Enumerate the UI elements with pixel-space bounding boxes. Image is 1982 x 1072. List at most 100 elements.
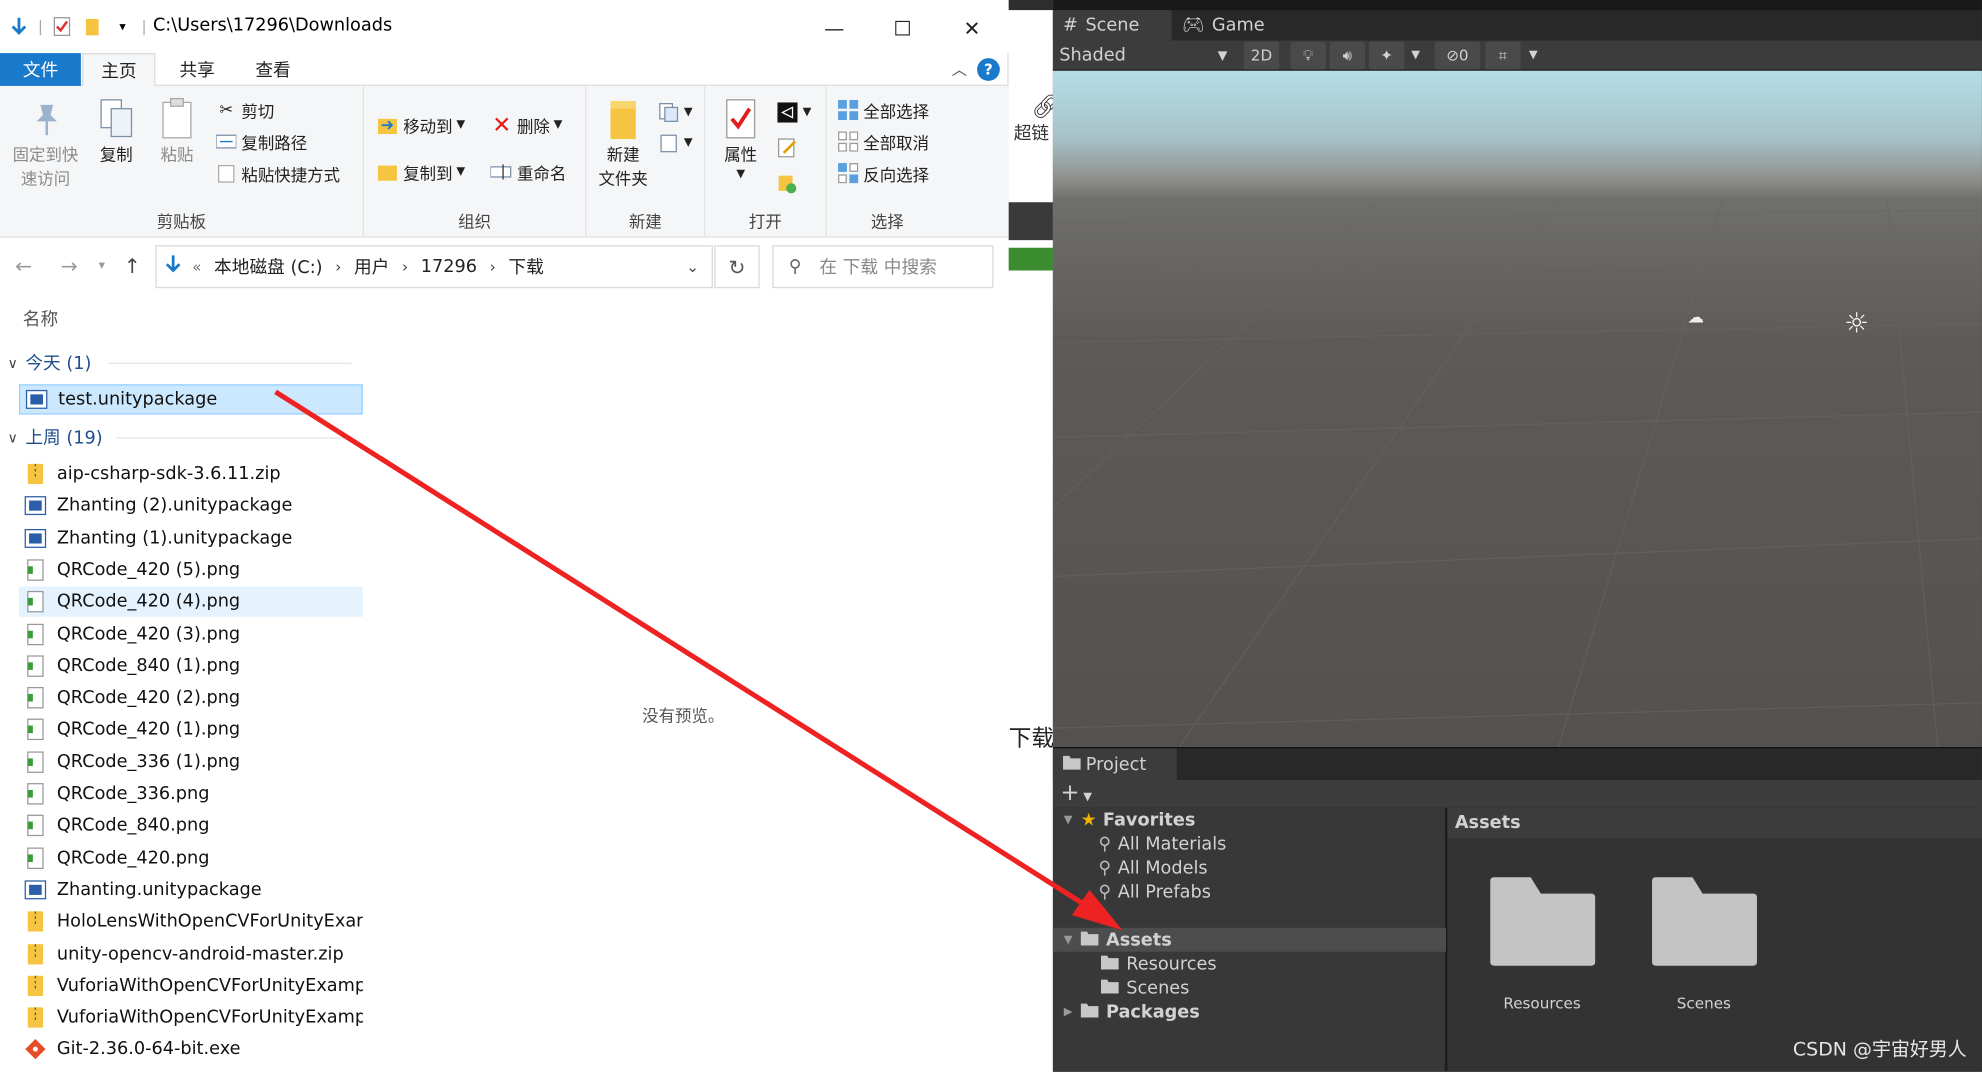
asset-folder-tile[interactable]: Scenes	[1641, 876, 1767, 1012]
file-row[interactable]: QRCode_420 (2).png	[19, 683, 363, 713]
tab-home[interactable]: 主页	[82, 53, 156, 88]
hidden-objects-toggle[interactable]: ⊘ 0	[1434, 41, 1481, 70]
new-folder-icon[interactable]	[81, 15, 104, 38]
new-folder-button[interactable]: 新建 文件夹	[592, 96, 655, 192]
overflow-crumb[interactable]: «	[192, 258, 201, 276]
sun-light-gizmo-icon[interactable]: ☼	[1844, 308, 1869, 340]
file-row[interactable]: QRCode_840 (1).png	[19, 651, 363, 681]
file-row[interactable]: QRCode_420 (5).png	[19, 555, 363, 585]
effects-dropdown-icon[interactable]: ▼	[1405, 41, 1426, 70]
audio-toggle-icon[interactable]: 🔊︎	[1329, 41, 1366, 70]
history-button[interactable]	[776, 169, 803, 197]
paste-button[interactable]: 粘贴	[152, 96, 203, 168]
tab-project[interactable]: Project	[1052, 748, 1177, 782]
tab-game[interactable]: 🎮︎ Game	[1172, 10, 1291, 40]
tab-scene[interactable]: # Scene	[1052, 10, 1172, 41]
copy-button[interactable]: 复制	[91, 96, 142, 168]
file-row[interactable]: QRCode_420 (3).png	[19, 619, 363, 649]
camera-gizmo-icon[interactable]: ☁︎	[1687, 308, 1703, 327]
file-row[interactable]: HoloLensWithOpenCVForUnityExam	[19, 907, 363, 937]
chevron-right-icon[interactable]: ›	[335, 258, 341, 276]
file-row[interactable]: Zhanting (1).unitypackage	[19, 523, 363, 553]
tab-view[interactable]: 查看	[238, 53, 309, 86]
move-to-button[interactable]: 移动到 ▼	[377, 111, 465, 139]
crumb-drive[interactable]: 本地磁盘 (C:)	[214, 254, 323, 279]
rename-button[interactable]: 重命名	[490, 158, 566, 186]
tree-favorite-item[interactable]: ⚲ All Materials	[1053, 832, 1446, 856]
new-item-button[interactable]: ▼	[657, 99, 693, 127]
scene-viewport[interactable]: ☁︎ ☼	[1052, 70, 1982, 748]
file-row[interactable]: QRCode_336 (1).png	[19, 747, 363, 777]
file-row[interactable]: aip-csharp-sdk-3.6.11.zip	[19, 459, 363, 489]
invert-selection-button[interactable]: 反向选择	[837, 159, 929, 187]
properties-check-icon[interactable]	[51, 15, 74, 38]
file-row[interactable]: test.unitypackage	[18, 384, 363, 415]
2d-toggle[interactable]: 2D	[1243, 41, 1280, 70]
file-row[interactable]: VuforiaWithOpenCVForUnityExamp	[19, 970, 363, 1000]
file-row[interactable]: QRCode_420.png	[19, 843, 363, 873]
help-icon[interactable]: ?	[977, 58, 1000, 81]
paste-shortcut-button[interactable]: 粘贴快捷方式	[215, 159, 340, 187]
chevron-right-icon[interactable]: ›	[402, 258, 408, 276]
pin-quick-access-button[interactable]: 固定到快 速访问	[8, 96, 84, 192]
group-header-last-week[interactable]: ∨ 上周 (19)	[8, 425, 103, 450]
back-arrow-icon[interactable]: ←	[15, 254, 32, 278]
group-header-today[interactable]: ∨ 今天 (1)	[8, 350, 92, 375]
close-button[interactable]: ✕	[937, 5, 1008, 51]
properties-button[interactable]: 属性 ▼	[715, 96, 766, 181]
asset-folder-tile[interactable]: Resources	[1479, 876, 1605, 1012]
chevron-down-icon[interactable]: ⌄	[686, 258, 699, 276]
effects-toggle-icon[interactable]: ✦	[1368, 41, 1405, 70]
file-row[interactable]: Zhanting (2).unitypackage	[19, 491, 363, 521]
copy-path-button[interactable]: 复制路径	[215, 128, 307, 156]
select-none-button[interactable]: 全部取消	[837, 128, 929, 156]
tab-share[interactable]: 共享	[162, 53, 233, 86]
file-row[interactable]: VuforiaWithOpenCVForUnityExamp	[19, 1002, 363, 1032]
add-create-button[interactable]: + ▼	[1060, 780, 1091, 807]
file-row[interactable]: QRCode_420 (4).png	[18, 586, 363, 618]
tree-favorite-item[interactable]: ⚲ All Models	[1053, 856, 1446, 880]
column-header-name[interactable]: 名称	[23, 306, 58, 331]
crumb-users[interactable]: 用户	[354, 254, 389, 279]
tree-favorite-item[interactable]: ⚲ All Prefabs	[1053, 880, 1446, 904]
copy-to-button[interactable]: 复制到 ▼	[377, 158, 465, 186]
address-bar[interactable]: « 本地磁盘 (C:) › 用户 › 17296 › 下载 ⌄	[155, 245, 713, 289]
forward-arrow-icon[interactable]: →	[61, 254, 78, 278]
file-row[interactable]: QRCode_336.png	[19, 779, 363, 809]
customize-dropdown-icon[interactable]: ▾	[111, 15, 134, 38]
tab-file[interactable]: 文件	[0, 53, 81, 86]
file-row[interactable]: Zhanting.unitypackage	[19, 875, 363, 905]
file-row[interactable]: Git-2.36.0-64-bit.exe	[19, 1034, 363, 1064]
crumb-downloads[interactable]: 下载	[508, 254, 543, 279]
maximize-button[interactable]: ☐	[867, 5, 938, 51]
delete-button[interactable]: ✕ 删除 ▼	[490, 111, 562, 139]
assets-breadcrumb[interactable]: Assets	[1447, 807, 1982, 839]
cut-button[interactable]: ✂ 剪切	[215, 96, 274, 124]
easy-access-button[interactable]: ▼	[657, 129, 693, 157]
down-arrow-icon[interactable]	[8, 15, 31, 38]
shading-mode-dropdown[interactable]: Shaded ▼	[1053, 40, 1235, 70]
file-row[interactable]: unity-opencv-android-master.zip	[19, 939, 363, 969]
recent-locations-icon[interactable]: ▾	[99, 259, 105, 273]
up-arrow-icon[interactable]: ↑	[124, 254, 141, 278]
crumb-user[interactable]: 17296	[421, 257, 477, 277]
file-row[interactable]: QRCode_840.png	[19, 811, 363, 841]
scene-grid	[1052, 196, 1982, 748]
refresh-button[interactable]: ↻	[714, 245, 760, 289]
tree-asset-folder[interactable]: Scenes	[1053, 976, 1446, 1000]
tree-packages[interactable]: ▶ Packages	[1053, 1000, 1446, 1024]
tree-favorites[interactable]: ▼ ★ Favorites	[1053, 808, 1446, 832]
lighting-toggle-icon[interactable]: 💡︎	[1290, 41, 1326, 70]
open-with-button[interactable]: ▼	[776, 99, 811, 127]
file-row[interactable]: QRCode_420 (1).png	[19, 715, 363, 745]
grid-dropdown-icon[interactable]: ▼	[1523, 41, 1544, 70]
tree-asset-folder[interactable]: Resources	[1053, 952, 1446, 976]
search-input[interactable]: ⚲ 在 下载 中搜索	[772, 245, 994, 289]
chevron-right-icon[interactable]: ›	[490, 258, 496, 276]
gizmo-grid-icon[interactable]: ⌗	[1485, 41, 1521, 70]
select-all-button[interactable]: 全部选择	[837, 96, 929, 124]
minimize-button[interactable]: —	[799, 5, 870, 51]
collapse-ribbon-icon[interactable]: ︿	[952, 58, 967, 79]
edit-button[interactable]	[776, 134, 803, 162]
tree-assets[interactable]: ▼ Assets	[1052, 927, 1447, 952]
